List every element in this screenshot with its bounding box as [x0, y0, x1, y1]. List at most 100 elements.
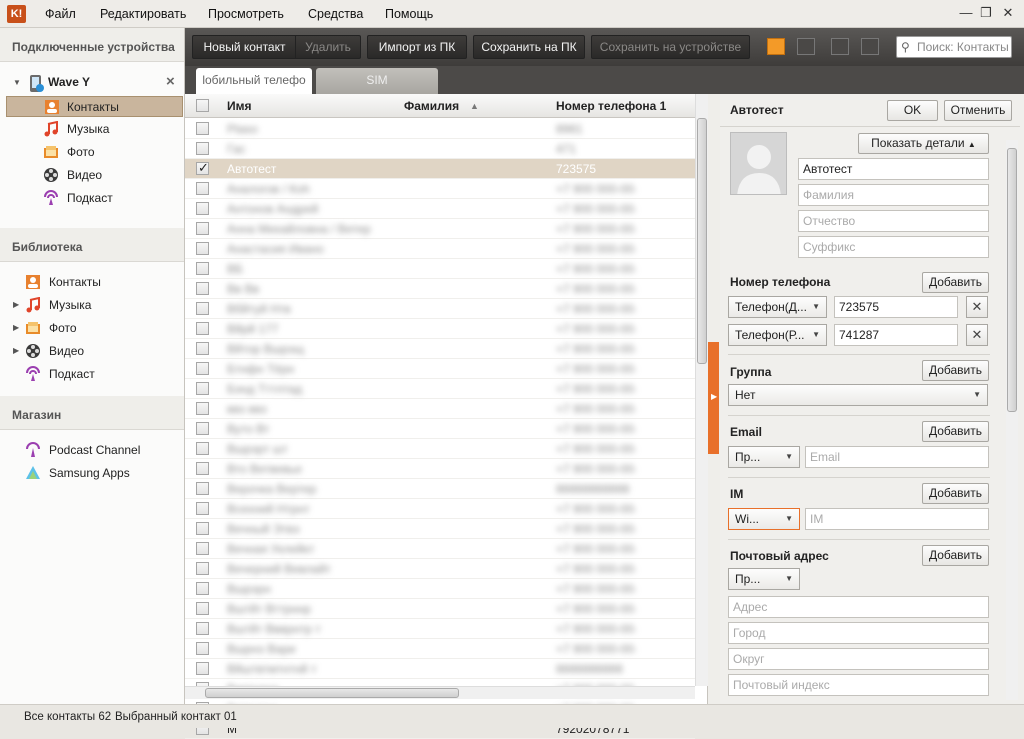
cancel-button[interactable]: Отменить	[944, 100, 1012, 121]
scroll-thumb[interactable]	[1007, 148, 1017, 412]
ok-button[interactable]: OK	[887, 100, 938, 121]
sidebar-item-samsung-apps[interactable]: Samsung Apps	[0, 463, 184, 484]
email-type-select[interactable]: Пр... ▼	[728, 446, 800, 468]
postal-code-field[interactable]: Почтовый индекс	[728, 674, 989, 696]
table-row[interactable]: Анастасия Ивано +7 900 000-00-00	[185, 239, 695, 259]
add-phone-button[interactable]: Добавить	[922, 272, 989, 293]
table-row[interactable]: Вечерний Вевлайт +7 900 000-00-00	[185, 559, 695, 579]
row-checkbox[interactable]	[196, 342, 209, 355]
scroll-thumb[interactable]	[205, 688, 459, 698]
row-checkbox[interactable]	[196, 322, 209, 335]
table-row[interactable]: Всехний Нтрнт +7 900 000-00-00	[185, 499, 695, 519]
table-row[interactable]: Антонов Андрей +7 900 000-00-00	[185, 199, 695, 219]
device-close-icon[interactable]: ×	[166, 73, 175, 90]
column-name[interactable]: Имя	[227, 99, 252, 113]
sidebar-item-device-music[interactable]: Музыка	[0, 119, 184, 140]
minimize-icon[interactable]: —	[958, 5, 974, 21]
row-checkbox[interactable]	[196, 142, 209, 155]
expand-arrow-icon[interactable]: ▶	[13, 346, 19, 355]
row-checkbox[interactable]	[196, 402, 209, 415]
table-row[interactable]: Вшрнэ Вари +7 900 000-00-00	[185, 639, 695, 659]
expand-arrow-icon[interactable]: ▼	[13, 78, 21, 87]
row-checkbox[interactable]	[196, 482, 209, 495]
row-checkbox[interactable]	[196, 362, 209, 375]
row-checkbox[interactable]: ✓	[196, 160, 209, 175]
sidebar-item-library-contacts[interactable]: Контакты	[0, 272, 184, 293]
thumbnail-view-icon[interactable]	[861, 38, 879, 55]
sidebar-item-library-video[interactable]: ▶ Видео	[0, 341, 184, 362]
row-checkbox[interactable]	[196, 182, 209, 195]
email-field[interactable]: Email	[805, 446, 989, 468]
sidebar-item-library-photo[interactable]: ▶ Фото	[0, 318, 184, 339]
sidebar-item-device-podcast[interactable]: Подкаст	[0, 188, 184, 209]
table-row[interactable]: Ptaso 8981	[185, 119, 695, 139]
new-contact-button[interactable]: Новый контакт	[192, 35, 296, 59]
address-type-select[interactable]: Пр... ▼	[728, 568, 800, 590]
phone-field[interactable]: 741287	[834, 324, 958, 346]
table-row[interactable]: ✓ Автотест 723575	[185, 159, 695, 179]
menu-view[interactable]: Просмотреть	[208, 7, 284, 21]
avatar[interactable]	[730, 132, 787, 195]
detail-view-icon[interactable]	[797, 38, 815, 55]
row-checkbox[interactable]	[196, 242, 209, 255]
add-im-button[interactable]: Добавить	[922, 483, 989, 504]
table-row[interactable]: Гас 471	[185, 139, 695, 159]
save-device-button[interactable]: Сохранить на устройстве	[591, 35, 750, 59]
vertical-scrollbar[interactable]	[695, 94, 708, 686]
table-row[interactable]: Верочка Вертер 88888888888	[185, 479, 695, 499]
table-row[interactable]: Вштйт Вттрннр +7 900 000-00-00	[185, 599, 695, 619]
menu-help[interactable]: Помощь	[385, 7, 433, 21]
row-checkbox[interactable]	[196, 622, 209, 635]
row-checkbox[interactable]	[196, 422, 209, 435]
detail-scrollbar[interactable]	[1006, 140, 1018, 700]
row-checkbox[interactable]	[196, 662, 209, 675]
save-pc-button[interactable]: Сохранить на ПК	[473, 35, 585, 59]
table-row[interactable]: Аналогов / Кoh +7 900 000-00-00	[185, 179, 695, 199]
phone-type-select[interactable]: Телефон(Р... ▼	[728, 324, 827, 346]
table-row[interactable]: Вйштвтмтнтнй т 8888888888	[185, 659, 695, 679]
row-checkbox[interactable]	[196, 302, 209, 315]
row-checkbox[interactable]	[196, 382, 209, 395]
sidebar-item-device-photo[interactable]: Фото	[0, 142, 184, 163]
expand-arrow-icon[interactable]: ▶	[13, 323, 19, 332]
row-checkbox[interactable]	[196, 542, 209, 555]
row-checkbox[interactable]	[196, 462, 209, 475]
im-type-select[interactable]: Wi... ▼	[728, 508, 800, 530]
show-details-button[interactable]: Показать детали ▲	[858, 133, 989, 154]
suffix-field[interactable]: Суффикс	[798, 236, 989, 258]
card-view-icon[interactable]	[831, 38, 849, 55]
row-checkbox[interactable]	[196, 582, 209, 595]
row-checkbox[interactable]	[196, 282, 209, 295]
table-row[interactable]: Вто Ветвевье +7 900 000-00-00	[185, 459, 695, 479]
delete-button[interactable]: Удалить	[295, 35, 361, 59]
sidebar-item-library-podcast[interactable]: Подкаст	[0, 364, 184, 385]
table-row[interactable]: Вшрэрт шт +7 900 000-00-00	[185, 439, 695, 459]
column-surname[interactable]: Фамилия	[404, 99, 459, 113]
tab-phone-memory[interactable]: lобильный телефо	[196, 68, 312, 94]
row-checkbox[interactable]	[196, 562, 209, 575]
sidebar-item-podcast-channel[interactable]: Podcast Channel	[0, 440, 184, 461]
collapse-panel-button[interactable]: ▶	[708, 342, 719, 454]
row-checkbox[interactable]	[196, 262, 209, 275]
sidebar-item-device-video[interactable]: Видео	[0, 165, 184, 186]
city-field[interactable]: Город	[728, 622, 989, 644]
row-checkbox[interactable]	[196, 502, 209, 515]
remove-phone-icon[interactable]: ✕	[966, 296, 988, 318]
table-row[interactable]: Вв Вв +7 900 000-00-00	[185, 279, 695, 299]
table-row[interactable]: Вшрэрн +7 900 000-00-00	[185, 579, 695, 599]
add-group-button[interactable]: Добавить	[922, 360, 989, 381]
table-row[interactable]: Вштйт Ввврнтр т +7 900 000-00-00	[185, 619, 695, 639]
table-row[interactable]: Вйрй 177 +7 900 000-00-00	[185, 319, 695, 339]
table-row[interactable]: Вуто Вт +7 900 000-00-00	[185, 419, 695, 439]
close-icon[interactable]: ✕	[1000, 5, 1016, 21]
restore-icon[interactable]: ❐	[978, 5, 994, 21]
table-row[interactable]: Вйтор Вшрэщ +7 900 000-00-00	[185, 339, 695, 359]
table-row[interactable]: Бтнфн Тёрн +7 900 000-00-00	[185, 359, 695, 379]
expand-arrow-icon[interactable]: ▶	[13, 300, 19, 309]
remove-phone-icon[interactable]: ✕	[966, 324, 988, 346]
menu-tools[interactable]: Средства	[308, 7, 363, 21]
panel-splitter[interactable]: ▶	[708, 94, 720, 704]
menu-file[interactable]: Файл	[45, 7, 76, 21]
table-row[interactable]: Бэнд Тттлтад +7 900 000-00-00	[185, 379, 695, 399]
row-checkbox[interactable]	[196, 222, 209, 235]
